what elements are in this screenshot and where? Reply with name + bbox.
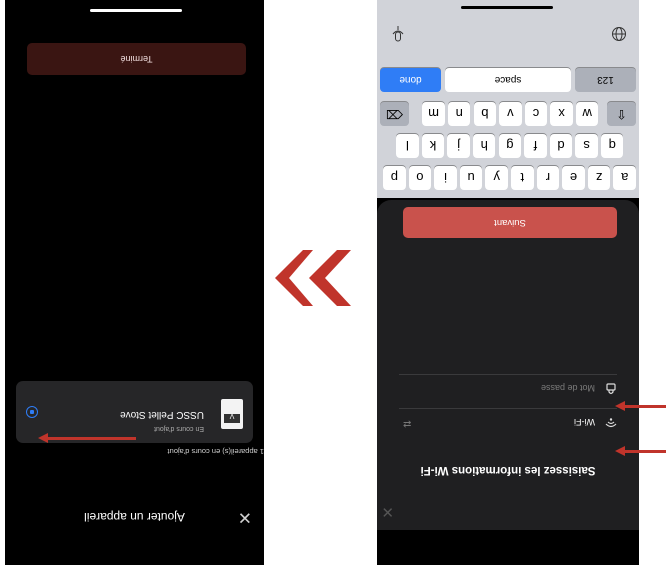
key-n[interactable]: n: [447, 102, 471, 126]
wifi-sheet: [377, 200, 639, 530]
device-thumbnail: V: [221, 399, 243, 429]
lock-icon: [605, 380, 617, 395]
radio-dot: [30, 410, 34, 414]
annotation-arrow-radio: [38, 433, 136, 443]
close-icon[interactable]: ✕: [381, 503, 394, 521]
right-screen-content: ✕ Saisissez les informations Wi-Fi Wi-Fi…: [377, 0, 639, 565]
key-z[interactable]: z: [587, 166, 611, 190]
key-b[interactable]: b: [473, 102, 497, 126]
key-d[interactable]: d: [549, 134, 573, 158]
keyboard-row-2: qsdfghjkl: [377, 134, 639, 158]
swap-icon[interactable]: ⇄: [403, 418, 411, 429]
keyboard-row-3: ⇧ ⌫ wxcvbnm: [377, 102, 639, 126]
key-l[interactable]: l: [396, 134, 419, 158]
key-x[interactable]: x: [550, 102, 573, 126]
home-indicator: [461, 6, 553, 9]
page-title: Ajouter un appareil: [84, 510, 185, 524]
key-q[interactable]: q: [600, 134, 624, 158]
key-j[interactable]: j: [447, 134, 470, 158]
key-v[interactable]: v: [499, 102, 522, 126]
keyboard-row-1: azertyuiop: [377, 166, 639, 190]
stove-glyph: V: [229, 412, 235, 419]
key-m[interactable]: m: [422, 102, 445, 126]
double-chevron-left-icon: [275, 250, 351, 306]
keyboard: azertyuiop qsdfghjkl ⇧ ⌫ wxcvbnm 123 spa…: [377, 0, 639, 198]
left-phone-screen: ✕ Ajouter un appareil 1 appareil(s) en c…: [5, 0, 264, 565]
key-s[interactable]: s: [575, 134, 598, 158]
home-indicator: [90, 9, 182, 12]
key-c[interactable]: c: [524, 102, 548, 126]
sheet-title: Saisissez les informations Wi-Fi: [420, 464, 596, 476]
password-field[interactable]: Mot de passe: [399, 374, 617, 397]
globe-icon[interactable]: [611, 23, 627, 42]
space-key[interactable]: space: [445, 68, 571, 92]
key-u[interactable]: u: [459, 166, 483, 190]
key-t[interactable]: t: [511, 166, 534, 190]
wifi-icon: [605, 414, 617, 429]
key-g[interactable]: g: [498, 134, 522, 158]
done-key[interactable]: done: [380, 68, 441, 92]
keyboard-row-4: 123 space done: [377, 68, 639, 92]
device-select-radio[interactable]: [26, 406, 38, 418]
done-button[interactable]: Terminé: [27, 43, 246, 75]
mic-icon[interactable]: [391, 21, 405, 42]
key-a[interactable]: a: [613, 166, 636, 190]
numbers-key[interactable]: 123: [575, 68, 636, 92]
stove-icon: V: [224, 412, 240, 423]
wifi-label: Wi-Fi: [574, 417, 595, 427]
key-h[interactable]: h: [472, 134, 496, 158]
device-name: USSC Pellet Stove: [120, 409, 204, 420]
next-button[interactable]: Suivant: [403, 207, 617, 238]
key-e[interactable]: e: [562, 166, 585, 190]
password-placeholder: Mot de passe: [540, 383, 595, 393]
key-o[interactable]: o: [408, 166, 432, 190]
right-phone-screen: ✕ Saisissez les informations Wi-Fi Wi-Fi…: [377, 0, 639, 565]
devices-count-text: 1 appareil(s) en cours d'ajout: [167, 447, 265, 456]
device-status: En cours d'ajout: [154, 425, 204, 432]
key-r[interactable]: r: [536, 166, 560, 190]
wifi-field[interactable]: Wi-Fi ⇄: [399, 408, 617, 431]
key-f[interactable]: f: [524, 134, 547, 158]
shift-key[interactable]: ⇧: [607, 102, 636, 126]
key-i[interactable]: i: [434, 166, 457, 190]
annotation-arrow-password: [615, 401, 666, 411]
annotation-arrow-wifi: [615, 446, 666, 456]
left-screen-content: ✕ Ajouter un appareil 1 appareil(s) en c…: [5, 0, 264, 565]
key-w[interactable]: w: [575, 102, 599, 126]
key-k[interactable]: k: [421, 134, 445, 158]
key-y[interactable]: y: [485, 166, 508, 190]
key-p[interactable]: p: [383, 166, 406, 190]
delete-key[interactable]: ⌫: [380, 102, 409, 126]
